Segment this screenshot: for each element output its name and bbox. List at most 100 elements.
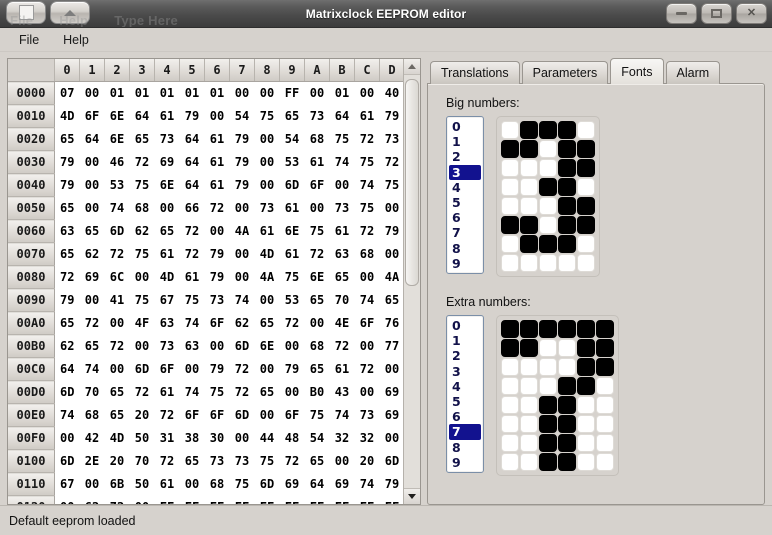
hex-byte-cell[interactable]: 44 xyxy=(254,426,280,450)
hex-byte-cell[interactable]: 65 xyxy=(54,127,80,151)
hex-byte-cell[interactable]: 00 xyxy=(254,150,280,174)
big-numbers-cell-4-1[interactable] xyxy=(520,197,538,215)
extra-numbers-cell-4-3[interactable] xyxy=(558,396,576,414)
big-numbers-digit-list[interactable]: 0123456789 xyxy=(446,116,484,274)
hex-byte-cell[interactable]: 68 xyxy=(129,196,155,220)
big-numbers-digit-6[interactable]: 6 xyxy=(447,210,483,225)
hex-byte-cell[interactable]: 65 xyxy=(279,104,305,128)
hex-byte-cell[interactable]: 63 xyxy=(154,311,180,335)
hex-byte-cell[interactable]: B0 xyxy=(304,380,330,404)
hex-byte-cell[interactable]: 72 xyxy=(379,150,403,174)
hex-byte-cell[interactable]: 20 xyxy=(129,403,155,427)
big-numbers-cell-1-1[interactable] xyxy=(520,140,538,158)
hex-byte-cell[interactable]: 01 xyxy=(154,81,180,105)
hex-byte-cell[interactable]: 74 xyxy=(54,403,80,427)
extra-numbers-cell-1-1[interactable] xyxy=(520,339,538,357)
hex-byte-cell[interactable]: 65 xyxy=(104,403,130,427)
extra-numbers-cell-1-4[interactable] xyxy=(577,339,595,357)
hex-byte-cell[interactable]: 00 xyxy=(354,380,380,404)
hex-byte-cell[interactable]: 65 xyxy=(254,380,280,404)
hex-byte-cell[interactable]: 6E xyxy=(254,334,280,358)
big-numbers-pixel-grid[interactable] xyxy=(501,121,595,272)
hex-byte-cell[interactable]: 4F xyxy=(129,311,155,335)
hex-byte-cell[interactable]: 79 xyxy=(54,288,80,312)
extra-numbers-cell-5-1[interactable] xyxy=(520,415,538,433)
extra-numbers-cell-0-4[interactable] xyxy=(577,320,595,338)
hex-byte-cell[interactable]: 72 xyxy=(154,403,180,427)
hex-byte-cell[interactable]: 72 xyxy=(129,380,155,404)
extra-numbers-digit-4[interactable]: 4 xyxy=(447,379,483,394)
hex-byte-cell[interactable]: 6E xyxy=(104,127,130,151)
hex-byte-cell[interactable]: 64 xyxy=(79,127,105,151)
hex-byte-cell[interactable]: 00 xyxy=(129,265,155,289)
hex-byte-cell[interactable]: 75 xyxy=(354,150,380,174)
hex-byte-cell[interactable]: 68 xyxy=(79,403,105,427)
extra-numbers-cell-5-5[interactable] xyxy=(596,415,614,433)
hex-byte-cell[interactable]: 00 xyxy=(204,219,230,243)
big-numbers-cell-3-4[interactable] xyxy=(577,178,595,196)
hex-byte-cell[interactable]: FF xyxy=(379,495,403,504)
hex-byte-cell[interactable]: 74 xyxy=(354,472,380,496)
extra-numbers-cell-3-1[interactable] xyxy=(520,377,538,395)
hex-byte-cell[interactable]: 00 xyxy=(279,380,305,404)
hex-byte-cell[interactable]: 6E xyxy=(304,265,330,289)
hex-byte-cell[interactable]: 79 xyxy=(204,357,230,381)
hex-byte-cell[interactable]: 61 xyxy=(204,127,230,151)
big-numbers-cell-2-2[interactable] xyxy=(539,159,557,177)
extra-numbers-cell-7-0[interactable] xyxy=(501,453,519,471)
extra-numbers-cell-4-2[interactable] xyxy=(539,396,557,414)
hex-byte-cell[interactable]: 50 xyxy=(129,426,155,450)
hex-byte-cell[interactable]: 69 xyxy=(279,472,305,496)
hex-byte-cell[interactable]: 69 xyxy=(154,150,180,174)
hex-byte-cell[interactable]: 79 xyxy=(279,357,305,381)
hex-byte-cell[interactable]: 4D xyxy=(54,104,80,128)
hex-byte-cell[interactable]: 4D xyxy=(154,265,180,289)
hex-byte-cell[interactable]: 00 xyxy=(354,81,380,105)
extra-numbers-digit-1[interactable]: 1 xyxy=(447,333,483,348)
hex-byte-cell[interactable]: 6E xyxy=(154,173,180,197)
hex-byte-cell[interactable]: 73 xyxy=(204,288,230,312)
hex-byte-cell[interactable]: 00 xyxy=(254,127,280,151)
hex-byte-cell[interactable]: 4D xyxy=(104,426,130,450)
extra-numbers-cell-3-3[interactable] xyxy=(558,377,576,395)
hex-byte-cell[interactable]: FF xyxy=(304,495,330,504)
hex-byte-cell[interactable]: 68 xyxy=(354,242,380,266)
big-numbers-digit-5[interactable]: 5 xyxy=(447,195,483,210)
hex-byte-cell[interactable]: 70 xyxy=(129,449,155,473)
hex-byte-cell[interactable]: 00 xyxy=(254,173,280,197)
hex-byte-cell[interactable]: 61 xyxy=(154,472,180,496)
hex-byte-cell[interactable]: 00 xyxy=(204,104,230,128)
hex-byte-cell[interactable]: 79 xyxy=(229,173,255,197)
hex-byte-cell[interactable]: 67 xyxy=(154,288,180,312)
big-numbers-digit-4[interactable]: 4 xyxy=(447,180,483,195)
hex-byte-cell[interactable]: 20 xyxy=(104,449,130,473)
hex-byte-cell[interactable]: 70 xyxy=(329,288,355,312)
hex-byte-cell[interactable]: 00 xyxy=(379,426,403,450)
big-numbers-cell-2-4[interactable] xyxy=(577,159,595,177)
hex-byte-cell[interactable]: 79 xyxy=(179,104,205,128)
hex-byte-cell[interactable]: 65 xyxy=(79,334,105,358)
hex-byte-cell[interactable]: 00 xyxy=(229,265,255,289)
hex-byte-cell[interactable]: 68 xyxy=(304,127,330,151)
close-button[interactable]: ✕ xyxy=(736,3,767,24)
big-numbers-cell-3-0[interactable] xyxy=(501,178,519,196)
hex-byte-cell[interactable]: 53 xyxy=(104,173,130,197)
hex-byte-cell[interactable]: 6D xyxy=(129,357,155,381)
hex-byte-cell[interactable]: 31 xyxy=(154,426,180,450)
extra-numbers-cell-2-3[interactable] xyxy=(558,358,576,376)
hex-byte-cell[interactable]: 72 xyxy=(179,242,205,266)
big-numbers-cell-5-0[interactable] xyxy=(501,216,519,234)
hex-byte-cell[interactable]: 72 xyxy=(354,219,380,243)
hex-byte-cell[interactable]: 00 xyxy=(54,426,80,450)
hex-byte-cell[interactable]: 00 xyxy=(379,242,403,266)
hex-byte-cell[interactable]: FF xyxy=(329,495,355,504)
hex-byte-cell[interactable]: FF xyxy=(279,81,305,105)
menu-help[interactable]: Help xyxy=(52,30,100,50)
tab-parameters[interactable]: Parameters xyxy=(521,61,609,84)
big-numbers-cell-0-0[interactable] xyxy=(501,121,519,139)
big-numbers-cell-6-4[interactable] xyxy=(577,235,595,253)
hex-byte-cell[interactable]: 65 xyxy=(129,127,155,151)
hex-byte-cell[interactable]: 6D xyxy=(379,449,403,473)
hex-byte-cell[interactable]: 6D xyxy=(54,380,80,404)
hex-byte-cell[interactable]: 72 xyxy=(229,380,255,404)
